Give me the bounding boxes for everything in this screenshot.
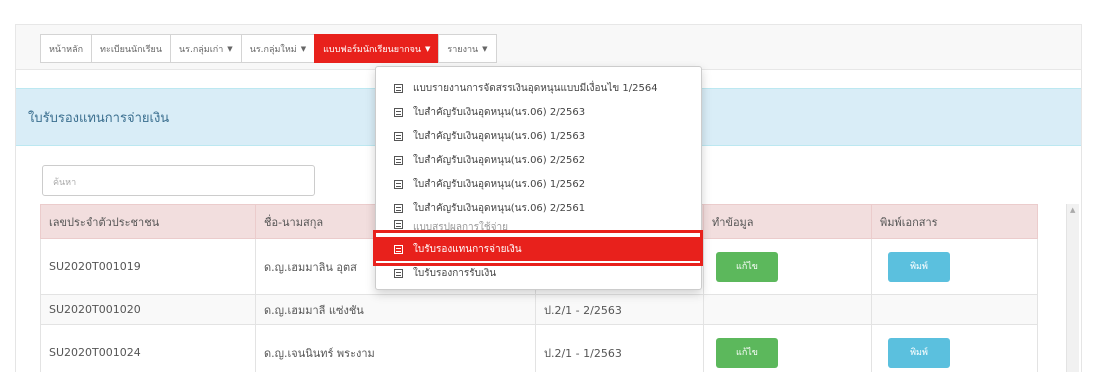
nav-reports-label: รายงาน xyxy=(447,44,479,55)
nav-reports[interactable]: รายงาน ▼ xyxy=(438,34,497,63)
menu-item-receipt-1-2562[interactable]: ใบสำคัญรับเงินอุดหนุน(นร.06) 1/2562 xyxy=(376,172,701,196)
nav-home[interactable]: หน้าหลัก xyxy=(40,34,93,63)
selection-highlight-box xyxy=(373,230,703,266)
cell-edit: แก้ไข xyxy=(703,324,872,372)
list-icon xyxy=(394,131,403,141)
caret-down-icon: ▼ xyxy=(425,44,431,53)
col-header-manage[interactable]: ทำข้อมูล xyxy=(703,204,872,239)
page-title: ใบรับรองแทนการจ่ายเงิน xyxy=(28,111,170,126)
search-input[interactable]: ค้นหา xyxy=(42,165,315,196)
cell-level: ป.2/1 - 1/2563 xyxy=(535,324,704,372)
col-header-print[interactable]: พิมพ์เอกสาร xyxy=(871,204,1038,239)
cell-print: พิมพ์ xyxy=(871,324,1038,372)
col-header-id[interactable]: เลขประจำตัวประชาชน xyxy=(40,204,256,239)
list-icon xyxy=(394,220,403,229)
cell-id: SU2020T001024 xyxy=(40,324,256,372)
nav-new-group[interactable]: นร.กลุ่มใหม่ ▼ xyxy=(240,34,316,63)
list-icon xyxy=(394,107,403,117)
table-scrollbar[interactable]: ▲ xyxy=(1066,204,1079,372)
menu-item-label: ใบสำคัญรับเงินอุดหนุน(นร.06) 1/2563 xyxy=(413,130,586,142)
cell-edit xyxy=(703,294,872,325)
list-icon xyxy=(394,203,403,213)
cell-level: ป.2/1 - 2/2563 xyxy=(535,294,704,325)
cell-id: SU2020T001020 xyxy=(40,294,256,325)
menu-item-receipt-1-2563[interactable]: ใบสำคัญรับเงินอุดหนุน(นร.06) 1/2563 xyxy=(376,124,701,148)
menu-item-receipt-2-2562[interactable]: ใบสำคัญรับเงินอุดหนุน(นร.06) 2/2562 xyxy=(376,148,701,172)
nav-poor-student-forms[interactable]: แบบฟอร์มนักเรียนยากจน ▼ xyxy=(314,34,440,63)
main-nav: หน้าหลัก ทะเบียนนักเรียน นร.กลุ่มเก่า ▼ น… xyxy=(40,34,497,63)
menu-item-subsidy-report[interactable]: แบบรายงานการจัดสรรเงินอุดหนุนแบบมีเงื่อน… xyxy=(376,76,701,100)
table-row: SU2020T001020 ด.ญ.เฮมมาลี แซ่งชัน ป.2/1 … xyxy=(40,294,1038,325)
list-icon xyxy=(394,179,403,189)
table-row: SU2020T001024 ด.ญ.เจนนินทร์ พระงาม ป.2/1… xyxy=(40,324,1038,372)
nav-poor-student-forms-label: แบบฟอร์มนักเรียนยากจน xyxy=(323,44,422,55)
nav-old-group-label: นร.กลุ่มเก่า xyxy=(178,44,224,55)
edit-button[interactable]: แก้ไข xyxy=(716,337,778,368)
menu-item-label: ใบรับรองการรับเงิน xyxy=(413,267,497,279)
edit-button[interactable]: แก้ไข xyxy=(716,251,778,282)
print-button[interactable]: พิมพ์ xyxy=(888,251,950,282)
menu-item-receipt-2-2561[interactable]: ใบสำคัญรับเงินอุดหนุน(นร.06) 2/2561 xyxy=(376,196,701,220)
menu-item-label: แบบรายงานการจัดสรรเงินอุดหนุนแบบมีเงื่อน… xyxy=(413,82,658,94)
nav-old-group[interactable]: นร.กลุ่มเก่า ▼ xyxy=(169,34,242,63)
nav-student-registry[interactable]: ทะเบียนนักเรียน xyxy=(91,34,171,63)
cell-id: SU2020T001019 xyxy=(40,238,256,295)
cell-edit: แก้ไข xyxy=(703,238,872,295)
nav-new-group-label: นร.กลุ่มใหม่ xyxy=(249,44,297,55)
menu-item-receipt-2-2563[interactable]: ใบสำคัญรับเงินอุดหนุน(นร.06) 2/2563 xyxy=(376,100,701,124)
cell-name: ด.ญ.เฮมมาลี แซ่งชัน xyxy=(255,294,536,325)
menu-item-label: ใบสำคัญรับเงินอุดหนุน(นร.06) 1/2562 xyxy=(413,178,586,190)
list-icon xyxy=(394,268,403,278)
list-icon xyxy=(394,155,403,165)
caret-down-icon: ▼ xyxy=(227,44,233,53)
menu-item-label: ใบสำคัญรับเงินอุดหนุน(นร.06) 2/2561 xyxy=(413,202,586,214)
nav-home-label: หน้าหลัก xyxy=(49,44,84,55)
cell-name: ด.ญ.เจนนินทร์ พระงาม xyxy=(255,324,536,372)
menu-item-label: ใบสำคัญรับเงินอุดหนุน(นร.06) 2/2562 xyxy=(413,154,586,166)
list-icon xyxy=(394,83,403,93)
print-button[interactable]: พิมพ์ xyxy=(888,337,950,368)
nav-student-registry-label: ทะเบียนนักเรียน xyxy=(100,44,162,55)
caret-down-icon: ▼ xyxy=(300,44,307,53)
cell-print xyxy=(871,294,1038,325)
caret-down-icon: ▼ xyxy=(482,44,488,53)
menu-item-label: ใบสำคัญรับเงินอุดหนุน(นร.06) 2/2563 xyxy=(413,106,586,118)
cell-print: พิมพ์ xyxy=(871,238,1038,295)
scroll-up-arrow-icon[interactable]: ▲ xyxy=(1070,206,1075,214)
